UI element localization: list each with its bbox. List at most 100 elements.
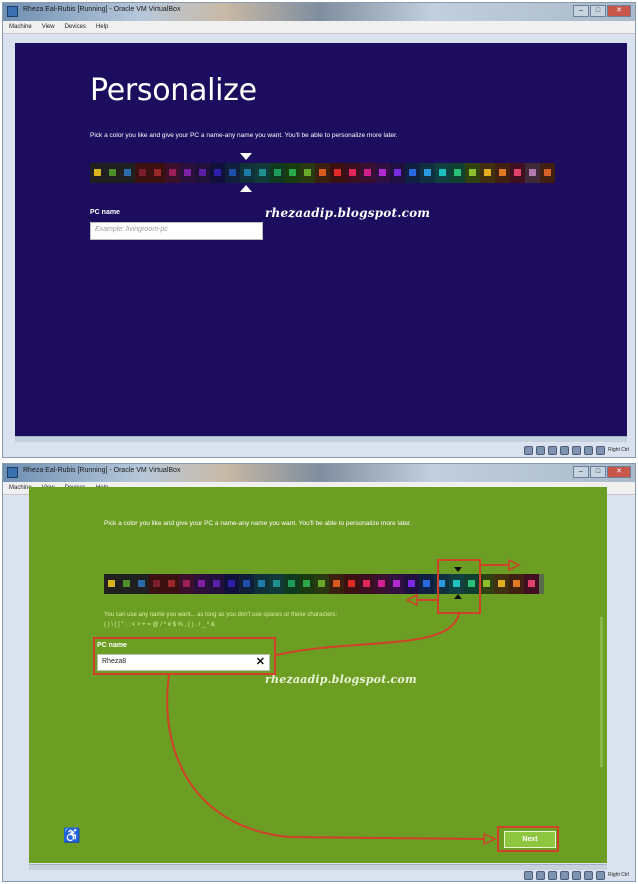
color-swatch[interactable]	[479, 574, 494, 594]
color-swatch[interactable]	[360, 163, 375, 183]
color-swatch-tile	[334, 169, 341, 176]
usb-icon[interactable]	[548, 870, 558, 880]
color-swatch[interactable]	[270, 163, 285, 183]
color-swatch[interactable]	[224, 574, 239, 594]
color-swatch[interactable]	[210, 163, 225, 183]
color-swatch-tile	[289, 169, 296, 176]
display-icon[interactable]	[584, 870, 594, 880]
vertical-scrollbar[interactable]	[600, 617, 603, 767]
color-swatch[interactable]	[255, 163, 270, 183]
color-swatch[interactable]	[180, 163, 195, 183]
close-button[interactable]: ✕	[607, 5, 631, 17]
shared-folder-icon[interactable]	[572, 870, 582, 880]
ease-of-access-icon[interactable]: ♿	[63, 827, 80, 844]
color-swatch[interactable]	[419, 574, 434, 594]
display-icon[interactable]	[584, 445, 594, 455]
color-swatch[interactable]	[404, 574, 419, 594]
color-swatch[interactable]	[524, 574, 539, 594]
color-swatch[interactable]	[480, 163, 495, 183]
minimize-button[interactable]: –	[573, 5, 589, 17]
color-swatch[interactable]	[150, 163, 165, 183]
color-swatch[interactable]	[435, 163, 450, 183]
titlebar[interactable]: Rheza Eal-Rubis [Running] - Oracle VM Vi…	[3, 3, 635, 21]
menu-machine[interactable]: Machine	[9, 21, 32, 33]
mouse-icon[interactable]	[596, 870, 606, 880]
slider-bottom-arrow-icon[interactable]	[240, 185, 252, 192]
slider-top-arrow-icon[interactable]	[240, 153, 252, 160]
color-swatch[interactable]	[120, 163, 135, 183]
titlebar[interactable]: Rheza Eal-Rubis [Running] - Oracle VM Vi…	[3, 464, 635, 482]
usb-icon[interactable]	[548, 445, 558, 455]
color-swatch[interactable]	[165, 163, 180, 183]
pc-name-input[interactable]: Example: livingroom-pc	[90, 222, 263, 240]
menu-help[interactable]: Help	[96, 21, 108, 33]
color-swatch[interactable]	[315, 163, 330, 183]
vm-screen[interactable]: Personalize Pick a color you like and gi…	[15, 43, 627, 436]
horizontal-scrollbar[interactable]	[15, 436, 627, 442]
color-swatch[interactable]	[134, 574, 149, 594]
cd-icon[interactable]	[536, 445, 546, 455]
color-swatch[interactable]	[179, 574, 194, 594]
color-swatch[interactable]	[375, 163, 390, 183]
color-swatch[interactable]	[105, 163, 120, 183]
menu-devices[interactable]: Devices	[65, 21, 86, 33]
color-swatch[interactable]	[254, 574, 269, 594]
color-swatch[interactable]	[195, 163, 210, 183]
color-swatch[interactable]	[104, 574, 119, 594]
color-swatch[interactable]	[509, 574, 524, 594]
next-button[interactable]: Next	[504, 831, 556, 848]
color-swatch[interactable]	[525, 163, 540, 183]
color-swatch[interactable]	[209, 574, 224, 594]
color-swatch[interactable]	[119, 574, 134, 594]
color-swatch[interactable]	[465, 163, 480, 183]
close-button[interactable]: ✕	[607, 466, 631, 478]
color-swatch[interactable]	[420, 163, 435, 183]
color-swatch[interactable]	[540, 163, 555, 183]
vm-screen[interactable]: Pick a color you like and give your PC a…	[29, 487, 607, 863]
color-palette[interactable]	[90, 163, 555, 183]
color-swatch[interactable]	[194, 574, 209, 594]
network-icon[interactable]	[560, 445, 570, 455]
color-swatch[interactable]	[329, 574, 344, 594]
color-swatch[interactable]	[90, 163, 105, 183]
color-swatch-tile	[378, 580, 385, 587]
color-swatch[interactable]	[450, 163, 465, 183]
hdd-icon[interactable]	[524, 445, 534, 455]
horizontal-scrollbar[interactable]	[29, 864, 607, 870]
cd-icon[interactable]	[536, 870, 546, 880]
color-swatch[interactable]	[240, 163, 255, 183]
color-swatch[interactable]	[345, 163, 360, 183]
color-swatch[interactable]	[390, 163, 405, 183]
network-icon[interactable]	[560, 870, 570, 880]
maximize-button[interactable]: □	[590, 466, 606, 478]
menu-view[interactable]: View	[42, 21, 55, 33]
hdd-icon[interactable]	[524, 870, 534, 880]
color-swatch[interactable]	[225, 163, 240, 183]
color-swatch[interactable]	[330, 163, 345, 183]
color-swatch[interactable]	[239, 574, 254, 594]
color-swatch[interactable]	[300, 163, 315, 183]
color-swatch-tile	[408, 580, 415, 587]
color-swatch[interactable]	[359, 574, 374, 594]
color-swatch[interactable]	[164, 574, 179, 594]
color-swatch[interactable]	[149, 574, 164, 594]
color-swatch-tile	[228, 580, 235, 587]
maximize-button[interactable]: □	[590, 5, 606, 17]
minimize-button[interactable]: –	[573, 466, 589, 478]
color-swatch[interactable]	[344, 574, 359, 594]
color-swatch[interactable]	[510, 163, 525, 183]
mouse-icon[interactable]	[596, 445, 606, 455]
color-swatch[interactable]	[405, 163, 420, 183]
color-swatch[interactable]	[285, 163, 300, 183]
color-swatch[interactable]	[495, 163, 510, 183]
color-swatch[interactable]	[299, 574, 314, 594]
color-swatch[interactable]	[494, 574, 509, 594]
color-swatch[interactable]	[135, 163, 150, 183]
color-swatch[interactable]	[389, 574, 404, 594]
color-swatch[interactable]	[374, 574, 389, 594]
pc-name-label: PC name	[90, 209, 120, 216]
color-swatch[interactable]	[269, 574, 284, 594]
color-swatch[interactable]	[314, 574, 329, 594]
shared-folder-icon[interactable]	[572, 445, 582, 455]
color-swatch[interactable]	[284, 574, 299, 594]
